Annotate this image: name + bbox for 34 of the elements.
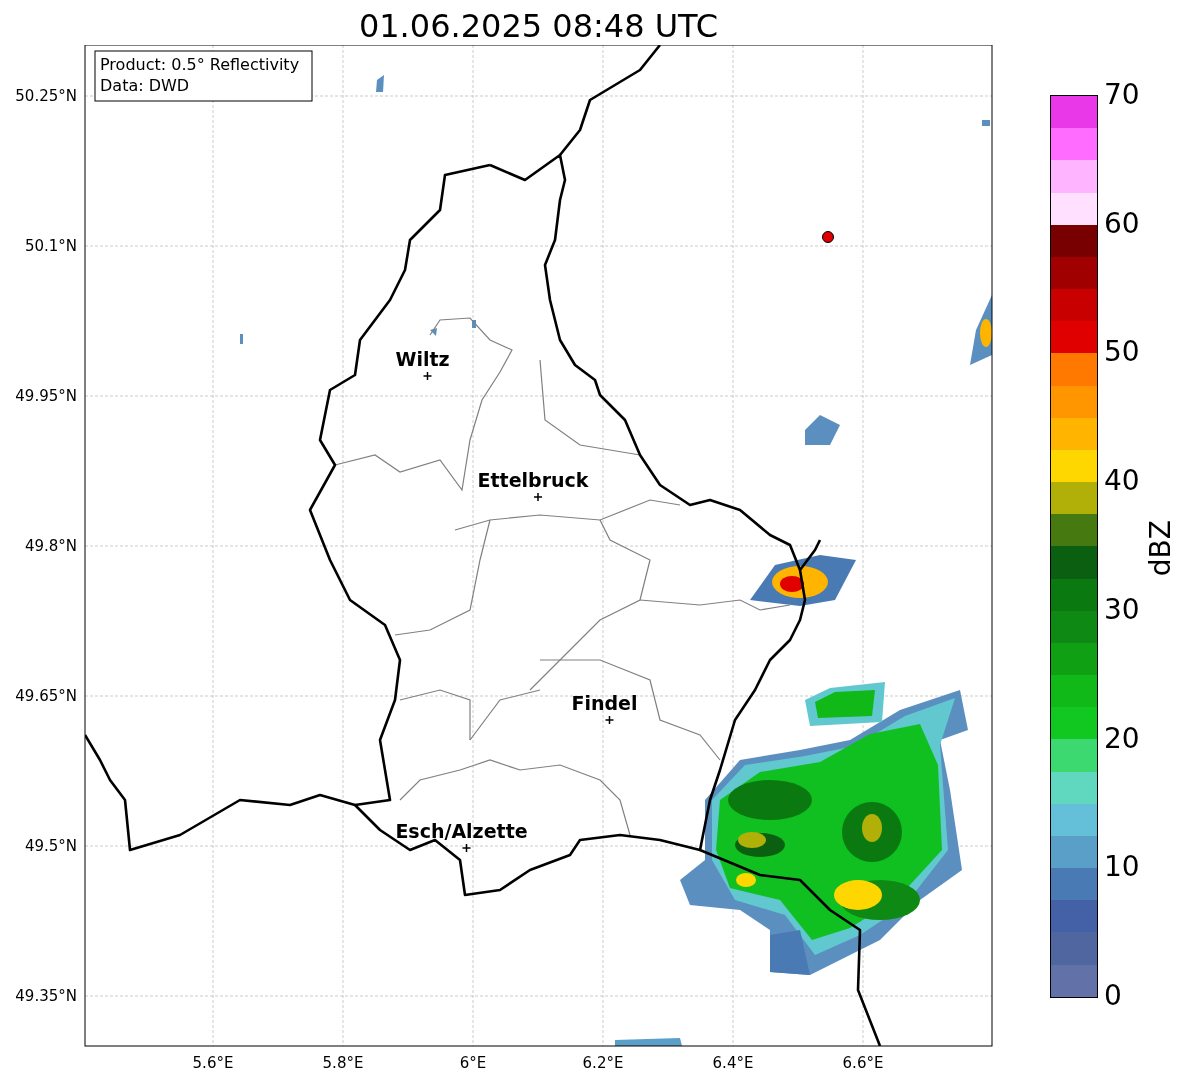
- longitude-label: 6.4°E: [712, 1054, 754, 1072]
- latitude-label: 49.65°N: [15, 687, 77, 705]
- info-text: Data: DWD: [100, 76, 190, 95]
- city-label: Esch/Alzette: [395, 820, 528, 842]
- longitude-label: 5.6°E: [192, 1054, 234, 1072]
- longitude-label: 5.8°E: [322, 1054, 364, 1072]
- colorbar-tick-label: 60: [1104, 208, 1140, 239]
- colorbar-tick-label: 70: [1104, 80, 1140, 110]
- city-marker-icon: [461, 843, 472, 853]
- colorbar-tick-label: 0: [1104, 980, 1123, 1011]
- colorbar-tick-label: 40: [1104, 466, 1140, 497]
- info-text: Product: 0.5° Reflectivity: [100, 55, 300, 74]
- city-marker-icon: [533, 492, 543, 502]
- latitude-label: 50.1°N: [24, 237, 77, 255]
- longitude-label: 6.6°E: [842, 1054, 884, 1072]
- latitude-label: 49.95°N: [15, 387, 77, 405]
- city-label: Findel: [571, 692, 638, 714]
- colorbar-label: dBZ: [1145, 520, 1176, 577]
- location-dot-icon: [822, 231, 834, 243]
- longitude-label: 6.2°E: [582, 1054, 624, 1072]
- colorbar-tick-label: 30: [1104, 594, 1140, 625]
- city-marker-icon: [422, 371, 433, 381]
- colorbar-tick-label: 10: [1104, 852, 1140, 883]
- city-label: Wiltz: [395, 348, 450, 370]
- latitude-label: 49.5°N: [24, 837, 77, 855]
- latitude-label: 49.8°N: [24, 537, 77, 555]
- longitude-label: 6°E: [459, 1054, 487, 1072]
- colorbar-tick-label: 20: [1104, 723, 1140, 754]
- city-marker-icon: [604, 715, 615, 725]
- chart-title: 01.06.2025 08:48 UTC: [357, 6, 720, 45]
- colorbar-tick-label: 50: [1104, 337, 1140, 368]
- latitude-label: 49.35°N: [15, 987, 77, 1005]
- city-label: Ettelbruck: [477, 469, 589, 491]
- latitude-label: 50.25°N: [15, 87, 77, 105]
